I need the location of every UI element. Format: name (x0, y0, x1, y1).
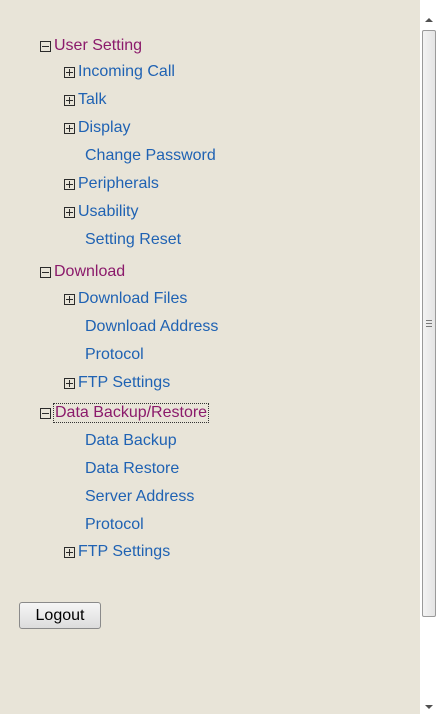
link-change-password[interactable]: Change Password (85, 146, 216, 166)
tree-node-label[interactable]: FTP Settings (78, 374, 170, 392)
link-label[interactable]: Download Address (85, 318, 218, 336)
tree-node-label: Download (54, 263, 126, 280)
expand-icon[interactable] (64, 66, 75, 78)
tree-node-display[interactable]: Display (64, 118, 130, 138)
vertical-scrollbar[interactable] (421, 0, 437, 714)
tree-node-label[interactable]: FTP Settings (78, 543, 170, 561)
collapse-icon[interactable] (40, 407, 51, 419)
scroll-down-icon[interactable] (425, 705, 433, 709)
tree-node-label[interactable]: Download Files (78, 290, 187, 308)
expand-icon[interactable] (64, 206, 75, 218)
link-label[interactable]: Protocol (85, 516, 144, 534)
link-label[interactable]: Server Address (85, 488, 194, 506)
expand-icon[interactable] (64, 94, 75, 106)
collapse-icon[interactable] (40, 40, 51, 52)
tree-node-label: User Setting (54, 37, 143, 54)
tree-node-data-backup-restore[interactable]: Data Backup/Restore (40, 403, 210, 423)
tree-node-label[interactable]: Usability (78, 203, 138, 221)
tree-node-peripherals[interactable]: Peripherals (64, 174, 159, 194)
expand-icon[interactable] (64, 377, 75, 389)
link-data-restore[interactable]: Data Restore (85, 459, 179, 479)
collapse-icon[interactable] (40, 266, 51, 278)
tree-node-download-files[interactable]: Download Files (64, 289, 187, 309)
link-label[interactable]: Data Restore (85, 460, 179, 478)
tree-node-incoming-call[interactable]: Incoming Call (64, 62, 175, 82)
link-setting-reset[interactable]: Setting Reset (85, 230, 181, 250)
grip-icon (426, 320, 432, 327)
link-data-backup[interactable]: Data Backup (85, 431, 177, 451)
link-label[interactable]: Setting Reset (85, 231, 181, 249)
tree-node-talk[interactable]: Talk (64, 90, 106, 110)
expand-icon[interactable] (64, 122, 75, 134)
link-server-address[interactable]: Server Address (85, 487, 194, 507)
link-label[interactable]: Data Backup (85, 432, 177, 450)
tree-node-label[interactable]: Peripherals (78, 175, 159, 193)
link-label[interactable]: Change Password (85, 147, 216, 165)
tree-node-label[interactable]: Talk (78, 91, 106, 109)
tree-node-usability[interactable]: Usability (64, 202, 138, 222)
tree-node-user-setting[interactable]: User Setting (40, 36, 142, 56)
link-download-address[interactable]: Download Address (85, 317, 218, 337)
tree-node-download[interactable]: Download (40, 262, 125, 282)
menu-panel: User Setting Incoming Call Talk Display … (0, 0, 420, 714)
tree-node-ftp-settings[interactable]: FTP Settings (64, 373, 170, 393)
expand-icon[interactable] (64, 546, 75, 558)
link-protocol[interactable]: Protocol (85, 345, 144, 365)
tree-node-label[interactable]: Incoming Call (78, 63, 175, 81)
expand-icon[interactable] (64, 178, 75, 190)
tree-node-ftp-settings[interactable]: FTP Settings (64, 542, 170, 562)
scroll-up-icon[interactable] (425, 18, 433, 22)
logout-button[interactable]: Logout (19, 602, 101, 629)
tree-node-label[interactable]: Display (78, 119, 130, 137)
link-protocol[interactable]: Protocol (85, 515, 144, 535)
tree-node-label: Data Backup/Restore (52, 403, 210, 423)
expand-icon[interactable] (64, 293, 75, 305)
link-label[interactable]: Protocol (85, 346, 144, 364)
